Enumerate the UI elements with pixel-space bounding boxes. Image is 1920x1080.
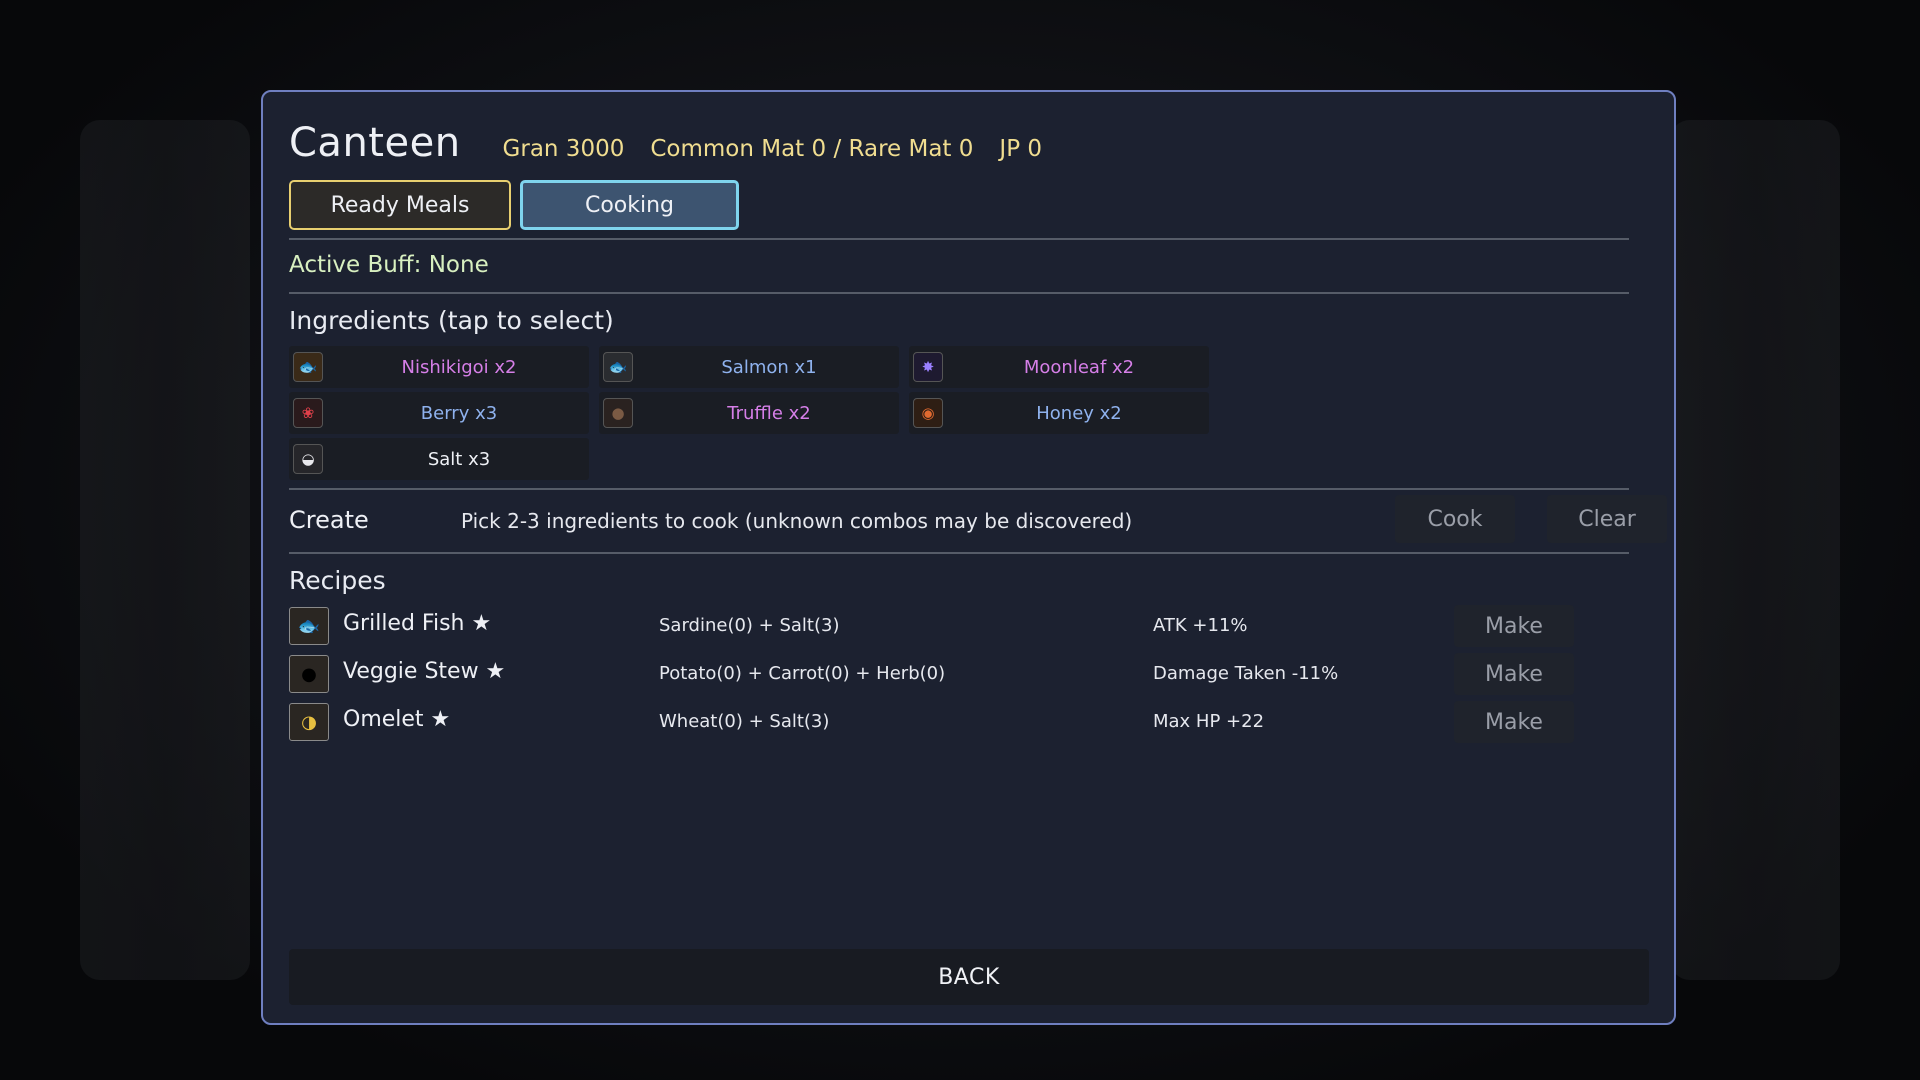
divider [289, 238, 1629, 240]
ingredient-label: Salmon x1 [721, 356, 817, 378]
ingredient-label: Berry x3 [420, 402, 498, 424]
recipe-row: ◑ Omelet ★ Wheat(0) + Salt(3) Max HP +22… [289, 701, 1629, 743]
recipe-name: Veggie Stew ★ [343, 659, 506, 684]
recipe-name: Omelet ★ [343, 707, 451, 732]
ingredient-item[interactable]: ● Truffle x2 [599, 392, 899, 434]
tab-bar: Ready Meals Cooking [289, 180, 739, 230]
recipe-effect: Max HP +22 [1153, 711, 1265, 732]
left-pillar-decoration [80, 120, 250, 980]
make-button[interactable]: Make [1454, 701, 1574, 743]
page-title: Canteen [289, 120, 461, 166]
ingredient-item[interactable]: 🐟 Salmon x1 [599, 346, 899, 388]
ingredient-label: Truffle x2 [727, 402, 811, 424]
salt-icon: ◒ [293, 444, 323, 474]
gran-counter: Gran 3000 [502, 136, 625, 162]
divider [289, 292, 1629, 294]
moonleaf-icon: ✸ [913, 352, 943, 382]
recipe-effect: Damage Taken -11% [1153, 663, 1339, 684]
ingredient-item[interactable]: ❀ Berry x3 [289, 392, 589, 434]
ingredient-label: Nishikigoi x2 [401, 356, 517, 378]
recipe-row: ● Veggie Stew ★ Potato(0) + Carrot(0) + … [289, 653, 1629, 695]
make-button[interactable]: Make [1454, 605, 1574, 647]
berry-icon: ❀ [293, 398, 323, 428]
koi-icon: 🐟 [293, 352, 323, 382]
create-hint: Pick 2-3 ingredients to cook (unknown co… [461, 509, 1133, 533]
active-buff-status: Active Buff: None [289, 252, 489, 278]
ingredient-item[interactable]: 🐟 Nishikigoi x2 [289, 346, 589, 388]
recipe-row: 🐟 Grilled Fish ★ Sardine(0) + Salt(3) AT… [289, 605, 1629, 647]
recipe-formula: Potato(0) + Carrot(0) + Herb(0) [659, 663, 946, 684]
honey-icon: ◉ [913, 398, 943, 428]
recipe-effect: ATK +11% [1153, 615, 1248, 636]
cook-button[interactable]: Cook [1395, 495, 1515, 543]
recipe-name: Grilled Fish ★ [343, 611, 492, 636]
back-button[interactable]: BACK [289, 949, 1649, 1005]
make-button[interactable]: Make [1454, 653, 1574, 695]
truffle-icon: ● [603, 398, 633, 428]
canteen-panel: Canteen Gran 3000 Common Mat 0 / Rare Ma… [261, 90, 1676, 1025]
ingredients-title: Ingredients (tap to select) [289, 306, 614, 335]
divider [289, 552, 1629, 554]
grilled-fish-icon: 🐟 [289, 607, 329, 645]
recipe-formula: Sardine(0) + Salt(3) [659, 615, 840, 636]
ingredient-label: Honey x2 [1036, 402, 1122, 424]
ingredient-item[interactable]: ◒ Salt x3 [289, 438, 589, 480]
ingredient-item[interactable]: ✸ Moonleaf x2 [909, 346, 1209, 388]
tab-ready-meals[interactable]: Ready Meals [289, 180, 511, 230]
stew-icon: ● [289, 655, 329, 693]
omelet-icon: ◑ [289, 703, 329, 741]
tab-cooking[interactable]: Cooking [520, 180, 739, 230]
ingredient-item[interactable]: ◉ Honey x2 [909, 392, 1209, 434]
jp-counter: JP 0 [999, 136, 1043, 162]
ingredient-label: Salt x3 [427, 448, 491, 470]
fish-icon: 🐟 [603, 352, 633, 382]
clear-button[interactable]: Clear [1547, 495, 1667, 543]
ingredient-label: Moonleaf x2 [1023, 356, 1135, 378]
recipe-formula: Wheat(0) + Salt(3) [659, 711, 830, 732]
create-label: Create [289, 506, 369, 534]
materials-counter: Common Mat 0 / Rare Mat 0 [650, 136, 974, 162]
header: Canteen Gran 3000 Common Mat 0 / Rare Ma… [289, 120, 1042, 166]
recipes-title: Recipes [289, 566, 386, 595]
divider [289, 488, 1629, 490]
right-pillar-decoration [1670, 120, 1840, 980]
